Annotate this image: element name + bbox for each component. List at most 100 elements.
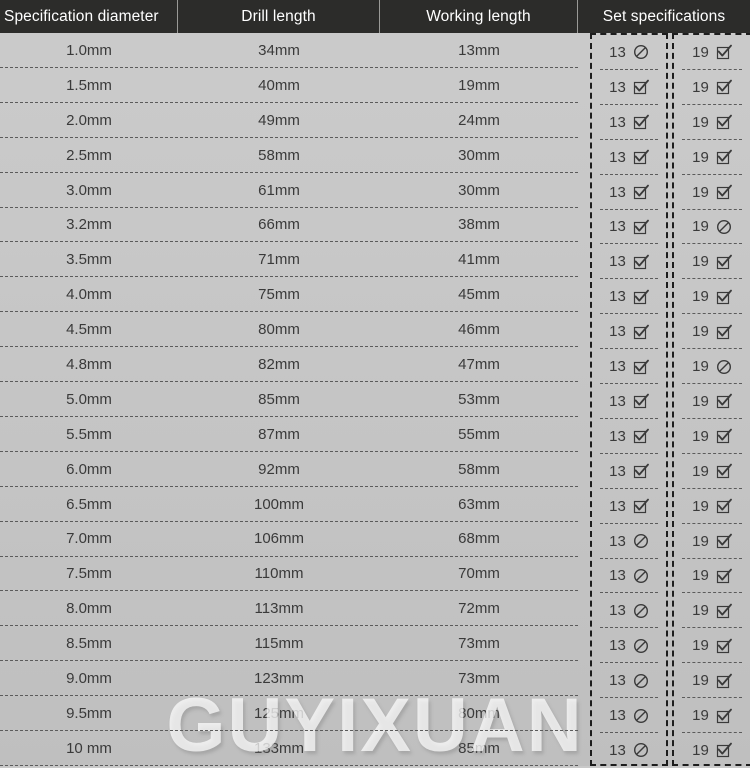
- set-cell-13[interactable]: 13: [592, 454, 666, 489]
- checked-icon[interactable]: [633, 463, 649, 479]
- checked-icon[interactable]: [633, 254, 649, 270]
- prohibited-icon[interactable]: [633, 638, 649, 654]
- set-cell-13[interactable]: 13: [592, 349, 666, 384]
- set-cell-19[interactable]: 19: [674, 279, 750, 314]
- set-cell-13[interactable]: 13: [592, 384, 666, 419]
- checked-icon[interactable]: [716, 254, 732, 270]
- checked-icon[interactable]: [716, 568, 732, 584]
- checked-icon[interactable]: [716, 184, 732, 200]
- prohibited-icon[interactable]: [716, 219, 732, 235]
- set-cell-19[interactable]: 19: [674, 454, 750, 489]
- set-column-label: 13: [609, 148, 626, 166]
- set-cell-13[interactable]: 13: [592, 593, 666, 628]
- checked-icon[interactable]: [633, 359, 649, 375]
- checked-icon[interactable]: [716, 324, 732, 340]
- set-cell-13[interactable]: 13: [592, 524, 666, 559]
- set-cell-19[interactable]: 19: [674, 559, 750, 594]
- checked-icon[interactable]: [716, 393, 732, 409]
- set-cell-13[interactable]: 13: [592, 419, 666, 454]
- prohibited-icon[interactable]: [633, 533, 649, 549]
- set-cell-13[interactable]: 13: [592, 628, 666, 663]
- checked-icon[interactable]: [633, 324, 649, 340]
- checked-icon[interactable]: [716, 114, 732, 130]
- set-cell-19[interactable]: 19: [674, 698, 750, 733]
- checked-icon[interactable]: [716, 428, 732, 444]
- checked-icon[interactable]: [716, 289, 732, 305]
- prohibited-icon[interactable]: [633, 44, 649, 60]
- checked-icon[interactable]: [633, 289, 649, 305]
- cell-drill-length: 123mm: [253, 669, 305, 687]
- set-cell-19[interactable]: 19: [674, 384, 750, 419]
- set-column-label: 13: [609, 602, 626, 620]
- set-cell-19[interactable]: 19: [674, 244, 750, 279]
- specification-table: GUYIXUAN Specification diameter Drill le…: [0, 0, 750, 766]
- checked-icon[interactable]: [716, 498, 732, 514]
- set-cell-19[interactable]: 19: [674, 663, 750, 698]
- checked-icon[interactable]: [716, 463, 732, 479]
- set-cell-19[interactable]: 19: [674, 140, 750, 175]
- prohibited-icon[interactable]: [633, 603, 649, 619]
- set-cell-19[interactable]: 19: [674, 210, 750, 245]
- set-cell-19[interactable]: 19: [674, 35, 750, 70]
- set-cell-13[interactable]: 13: [592, 35, 666, 70]
- set-cell-19[interactable]: 19: [674, 593, 750, 628]
- cell-specification-diameter: 2.5mm: [66, 146, 112, 164]
- set-cell-13[interactable]: 13: [592, 175, 666, 210]
- checked-icon[interactable]: [633, 498, 649, 514]
- cell-specification-diameter: 5.5mm: [66, 425, 112, 443]
- checked-icon[interactable]: [716, 79, 732, 95]
- set-cell-19[interactable]: 19: [674, 419, 750, 454]
- checked-icon[interactable]: [716, 44, 732, 60]
- prohibited-icon[interactable]: [633, 568, 649, 584]
- checked-icon[interactable]: [716, 742, 732, 758]
- set-cell-19[interactable]: 19: [674, 314, 750, 349]
- checked-icon[interactable]: [633, 79, 649, 95]
- checked-icon[interactable]: [716, 673, 732, 689]
- cell-working-length: 68mm: [458, 530, 500, 548]
- set-column-label: 13: [609, 532, 626, 550]
- set-cell-19[interactable]: 19: [674, 175, 750, 210]
- set-cell-13[interactable]: 13: [592, 140, 666, 175]
- set-cell-13[interactable]: 13: [592, 314, 666, 349]
- set-cell-13[interactable]: 13: [592, 70, 666, 105]
- set-cell-13[interactable]: 13: [592, 210, 666, 245]
- checked-icon[interactable]: [633, 184, 649, 200]
- checked-icon[interactable]: [633, 393, 649, 409]
- set-cell-13[interactable]: 13: [592, 733, 666, 768]
- cell-working-length: 85mm: [458, 739, 500, 757]
- prohibited-icon[interactable]: [633, 673, 649, 689]
- prohibited-icon[interactable]: [633, 708, 649, 724]
- column-header-set-specifications: Set specifications: [602, 7, 726, 25]
- set-cell-19[interactable]: 19: [674, 524, 750, 559]
- set-cell-13[interactable]: 13: [592, 663, 666, 698]
- set-cell-13[interactable]: 13: [592, 489, 666, 524]
- cell-drill-length: 71mm: [258, 251, 300, 269]
- checked-icon[interactable]: [716, 603, 732, 619]
- checked-icon[interactable]: [633, 428, 649, 444]
- checked-icon[interactable]: [716, 638, 732, 654]
- cell-specification-diameter: 4.0mm: [66, 286, 112, 304]
- prohibited-icon[interactable]: [716, 359, 732, 375]
- set-cell-19[interactable]: 19: [674, 70, 750, 105]
- set-cell-13[interactable]: 13: [592, 559, 666, 594]
- set-cell-13[interactable]: 13: [592, 698, 666, 733]
- checked-icon[interactable]: [716, 149, 732, 165]
- cell-specification-diameter: 3.5mm: [66, 251, 112, 269]
- cell-working-length: 53mm: [458, 390, 500, 408]
- set-cell-19[interactable]: 19: [674, 105, 750, 140]
- prohibited-icon[interactable]: [633, 742, 649, 758]
- cell-drill-length: 61mm: [258, 181, 300, 199]
- checked-icon[interactable]: [633, 114, 649, 130]
- checked-icon[interactable]: [633, 219, 649, 235]
- checked-icon[interactable]: [633, 149, 649, 165]
- set-cell-19[interactable]: 19: [674, 733, 750, 768]
- set-cell-13[interactable]: 13: [592, 279, 666, 314]
- set-cell-13[interactable]: 13: [592, 105, 666, 140]
- checked-icon[interactable]: [716, 533, 732, 549]
- checked-icon[interactable]: [716, 708, 732, 724]
- set-column-label: 19: [692, 392, 709, 410]
- set-cell-19[interactable]: 19: [674, 628, 750, 663]
- set-cell-13[interactable]: 13: [592, 244, 666, 279]
- set-cell-19[interactable]: 19: [674, 349, 750, 384]
- set-cell-19[interactable]: 19: [674, 489, 750, 524]
